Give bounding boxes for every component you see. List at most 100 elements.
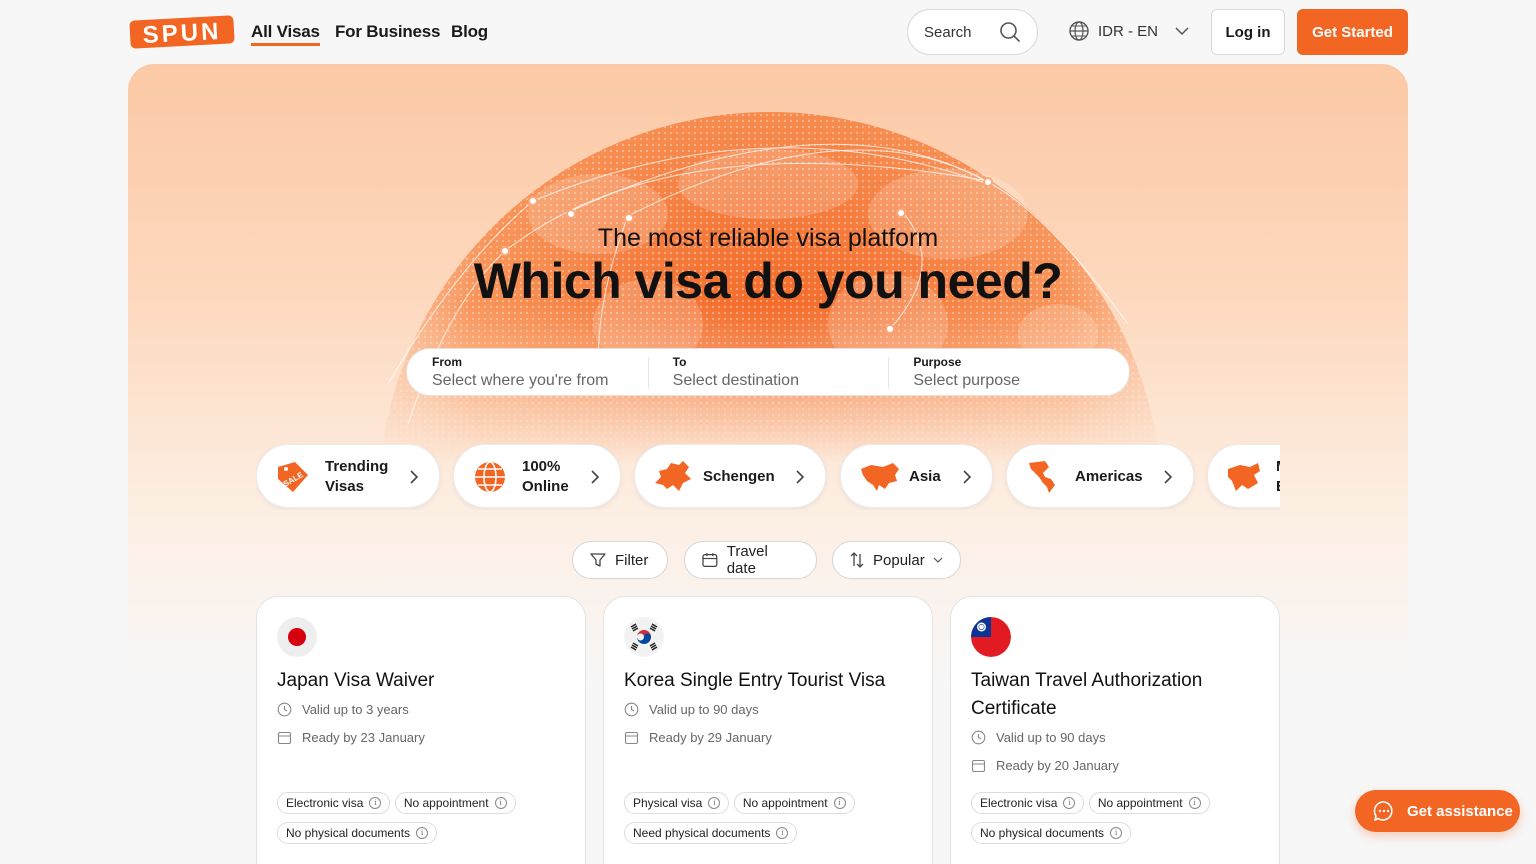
to-placeholder: Select destination (672, 372, 799, 389)
clock-icon (277, 702, 292, 717)
asia-map-icon (861, 463, 899, 491)
chevron-down-icon (933, 557, 943, 563)
info-icon: i (776, 827, 789, 839)
category-asia[interactable]: Asia (840, 444, 993, 508)
americas-map-icon (1029, 461, 1055, 493)
purpose-placeholder: Select purpose (913, 372, 1021, 389)
tag-label: Electronic visa (286, 796, 364, 810)
category-label: Schengen (703, 468, 775, 485)
visa-search-form: From Select where you're from To Select … (406, 348, 1130, 396)
nav-for-business[interactable]: For Business (335, 22, 440, 42)
destination-field[interactable]: To Select destination (647, 349, 889, 395)
get-assistance-label: Get assistance (1407, 802, 1513, 820)
category-label-line1: 100% (522, 458, 561, 475)
category-label-line2: Visas (325, 478, 364, 495)
visa-tag[interactable]: No physical documents i (971, 822, 1132, 844)
tag-label: No appointment (403, 796, 489, 810)
visa-tag[interactable]: No appointment i (1088, 792, 1210, 814)
category-label: Trending Visas (325, 457, 388, 497)
visa-card-korea[interactable]: Korea Single Entry Tourist Visa Valid up… (603, 596, 933, 864)
category-label-line2: Online (522, 478, 569, 495)
tag-label: No physical documents (286, 826, 411, 840)
header-search-button[interactable]: Search (907, 9, 1038, 55)
taiwan-flag-icon (971, 617, 1011, 657)
chevron-right-icon (796, 470, 805, 484)
ready-text: Ready by 29 January (649, 730, 772, 745)
visa-card-title: Taiwan Travel Authorization Certificate (971, 670, 1203, 719)
currency-language-selector[interactable]: IDR - EN (1068, 20, 1190, 42)
get-started-button[interactable]: Get Started (1297, 9, 1408, 55)
category-carousel: SALE Trending Visas 100% Online Schengen (256, 444, 1280, 510)
info-icon: i (494, 797, 507, 809)
chevron-right-icon (963, 470, 972, 484)
to-label: To (672, 355, 687, 369)
visa-card-title: Japan Visa Waiver (277, 670, 435, 691)
visa-card-title: Korea Single Entry Tourist Visa (624, 670, 886, 691)
nav-blog[interactable]: Blog (451, 22, 488, 42)
category-schengen[interactable]: Schengen (634, 444, 826, 508)
purpose-field[interactable]: Purpose Select purpose (888, 349, 1129, 395)
calendar-icon (971, 759, 986, 773)
from-field[interactable]: From Select where you're from (407, 349, 648, 395)
korea-flag-icon (624, 617, 664, 657)
visa-tag[interactable]: No appointment i (394, 792, 516, 814)
validity-row: Valid up to 3 years (277, 702, 409, 717)
category-label: Americas (1075, 468, 1143, 485)
tag-label: No appointment (742, 796, 828, 810)
tag-label: Electronic visa (980, 796, 1058, 810)
hero-section: The most reliable visa platform Which vi… (128, 64, 1408, 864)
search-icon (1000, 22, 1020, 42)
category-label: 100% Online (522, 457, 569, 497)
validity-text: Valid up to 90 days (996, 730, 1106, 745)
validity-row: Valid up to 90 days (971, 730, 1106, 745)
hero-subtitle: The most reliable visa platform (597, 224, 939, 252)
travel-date-button[interactable]: Travel date (684, 541, 817, 579)
hero-title: Which visa do you need? (473, 253, 1063, 309)
info-icon: i (1188, 797, 1201, 809)
visa-tag[interactable]: Electronic visa i (277, 792, 391, 814)
visa-tag[interactable]: Electronic visa i (971, 792, 1085, 814)
purpose-label: Purpose (913, 355, 962, 369)
validity-text: Valid up to 3 years (302, 702, 409, 717)
visa-tag[interactable]: Need physical documents i (624, 822, 798, 844)
visa-tag[interactable]: No physical documents i (277, 822, 438, 844)
calendar-icon (624, 731, 639, 745)
japan-flag-icon (277, 617, 317, 657)
category-label-line2: E (1276, 478, 1280, 495)
sale-tag-icon: SALE (278, 462, 308, 492)
category-trending-visas[interactable]: SALE Trending Visas (256, 444, 440, 508)
filter-icon (590, 553, 606, 567)
ready-text: Ready by 23 January (302, 730, 425, 745)
currency-language-label: IDR - EN (1098, 22, 1158, 40)
tag-label: No physical documents (980, 826, 1105, 840)
calendar-icon (277, 731, 292, 745)
calendar-icon (702, 553, 718, 568)
visa-tag[interactable]: No appointment i (733, 792, 855, 814)
nav-all-visas[interactable]: All Visas (251, 22, 320, 46)
visa-card-japan[interactable]: Japan Visa Waiver Valid up to 3 years Re… (256, 596, 586, 864)
sort-dropdown[interactable]: Popular (832, 541, 961, 579)
filter-button[interactable]: Filter (572, 541, 668, 579)
ready-row: Ready by 23 January (277, 730, 425, 745)
travel-date-label: Travel date (726, 543, 768, 577)
info-icon: i (369, 797, 382, 809)
category-middle-east[interactable]: ME (1207, 444, 1280, 508)
visa-card-taiwan[interactable]: Taiwan Travel Authorization Certificate … (950, 596, 1280, 864)
chevron-right-icon (410, 470, 419, 484)
chevron-down-icon (1175, 27, 1189, 36)
spun-logo[interactable]: SPUN (128, 14, 236, 50)
login-button[interactable]: Log in (1211, 9, 1285, 55)
category-100-online[interactable]: 100% Online (453, 444, 621, 508)
info-icon: i (416, 827, 429, 839)
sort-icon (850, 552, 864, 568)
category-label-line1: M (1276, 458, 1280, 475)
info-icon: i (833, 797, 846, 809)
visa-tags: Physical visa i No appointment i Need phys… (624, 792, 924, 852)
sort-label: Popular (873, 551, 925, 569)
visa-tags: Electronic visa i No appointment i No phys… (277, 792, 577, 852)
category-americas[interactable]: Americas (1006, 444, 1194, 508)
from-label: From (432, 355, 462, 369)
chevron-right-icon (591, 470, 600, 484)
get-assistance-button[interactable]: Get assistance (1355, 790, 1520, 832)
visa-tag[interactable]: Physical visa i (624, 792, 730, 814)
